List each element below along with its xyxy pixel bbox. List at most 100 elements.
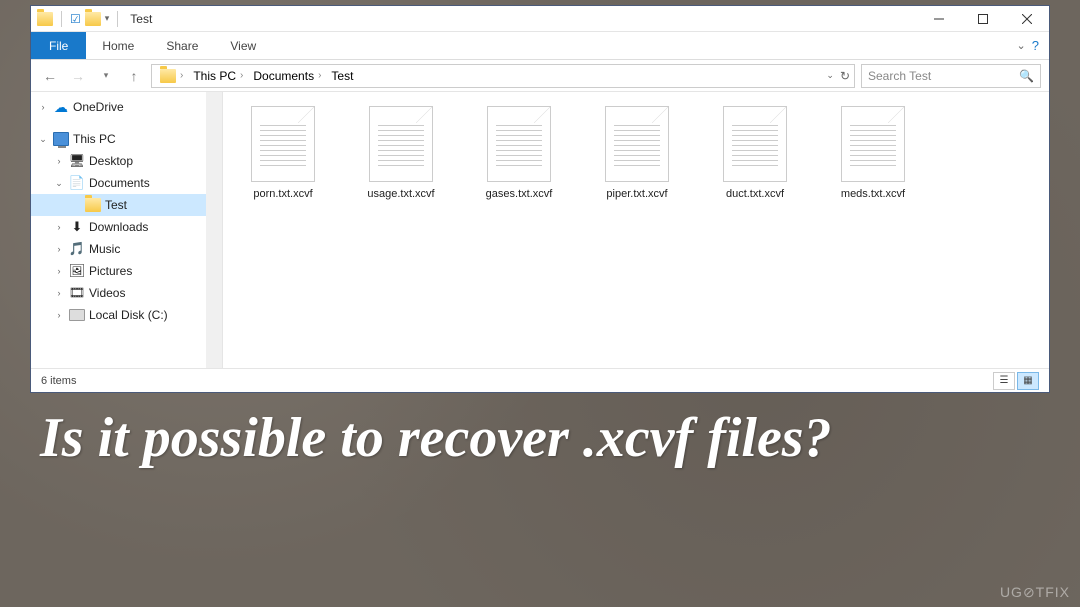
forward-button[interactable]: → [67, 65, 89, 87]
search-icon[interactable]: 🔍 [1019, 69, 1034, 83]
explorer-body: › ☁ OneDrive ⌄ This PC › 🖥 Desktop ⌄ 📄 D… [31, 92, 1049, 368]
file-icon [841, 106, 905, 182]
expand-icon[interactable]: › [53, 244, 65, 254]
sidebar-item-thispc[interactable]: ⌄ This PC [31, 128, 222, 150]
file-item[interactable]: gases.txt.xcvf [469, 106, 569, 200]
file-grid[interactable]: porn.txt.xcvf usage.txt.xcvf gases.txt.x… [223, 92, 1049, 368]
expand-icon[interactable]: › [53, 156, 65, 166]
file-label: usage.txt.xcvf [367, 188, 434, 200]
qat-separator [117, 11, 118, 27]
file-label: piper.txt.xcvf [606, 188, 667, 200]
collapse-icon[interactable]: ⌄ [53, 178, 65, 189]
statusbar: 6 items ☰ ▦ [31, 368, 1049, 392]
window-controls [917, 6, 1049, 32]
expand-icon[interactable]: › [53, 222, 65, 232]
sidebar-item-test[interactable]: Test [31, 194, 222, 216]
file-icon [605, 106, 669, 182]
sidebar-item-label: This PC [73, 132, 116, 146]
folder-icon[interactable] [37, 12, 53, 26]
pictures-icon: 🖼 [69, 263, 85, 279]
sidebar-item-label: Downloads [89, 220, 148, 234]
sidebar-item-downloads[interactable]: › ⬇ Downloads [31, 216, 222, 238]
sidebar-item-label: Documents [89, 176, 150, 190]
breadcrumb-test[interactable]: Test [327, 67, 357, 85]
checkbox-icon[interactable]: ☑ [70, 12, 81, 26]
qat-separator [61, 11, 62, 27]
close-button[interactable] [1005, 6, 1049, 32]
folder-icon [85, 198, 101, 212]
expand-icon[interactable]: › [53, 310, 65, 320]
ribbon: File Home Share View ⌄ ? [31, 32, 1049, 60]
breadcrumb-documents[interactable]: Documents› [249, 67, 325, 85]
expand-icon[interactable]: › [37, 102, 49, 112]
desktop-icon: 🖥 [69, 153, 85, 169]
onedrive-icon: ☁ [53, 99, 69, 115]
drive-icon [69, 309, 85, 321]
watermark: UG⊘TFIX [1000, 584, 1070, 601]
file-label: gases.txt.xcvf [486, 188, 553, 200]
videos-icon: 🎞 [69, 285, 85, 301]
sidebar-item-label: Local Disk (C:) [89, 308, 168, 322]
sidebar-item-pictures[interactable]: › 🖼 Pictures [31, 260, 222, 282]
icons-view-button[interactable]: ▦ [1017, 372, 1039, 390]
sidebar-scrollbar[interactable] [206, 92, 222, 368]
sidebar-item-videos[interactable]: › 🎞 Videos [31, 282, 222, 304]
expand-icon[interactable]: › [53, 288, 65, 298]
sidebar: › ☁ OneDrive ⌄ This PC › 🖥 Desktop ⌄ 📄 D… [31, 92, 223, 368]
minimize-button[interactable] [917, 6, 961, 32]
file-item[interactable]: duct.txt.xcvf [705, 106, 805, 200]
qat-dropdown-icon[interactable]: ▾ [105, 13, 110, 24]
titlebar-qat: ☑ ▾ [31, 11, 122, 27]
sidebar-item-label: Pictures [89, 264, 132, 278]
documents-icon: 📄 [69, 175, 85, 191]
navbar: ← → ▾ ↑ › This PC› Documents› Test ⌄ ↻ S… [31, 60, 1049, 92]
search-input[interactable]: Search Test 🔍 [861, 64, 1041, 88]
sidebar-item-onedrive[interactable]: › ☁ OneDrive [31, 96, 222, 118]
sidebar-item-music[interactable]: › 🎵 Music [31, 238, 222, 260]
music-icon: 🎵 [69, 241, 85, 257]
status-count: 6 items [41, 375, 76, 387]
breadcrumb-label: Documents [253, 69, 314, 83]
file-item[interactable]: piper.txt.xcvf [587, 106, 687, 200]
help-icon[interactable]: ? [1032, 38, 1039, 53]
chevron-down-icon[interactable]: ⌄ [826, 70, 834, 81]
details-view-button[interactable]: ☰ [993, 372, 1015, 390]
sidebar-item-localdisk[interactable]: › Local Disk (C:) [31, 304, 222, 326]
file-item[interactable]: usage.txt.xcvf [351, 106, 451, 200]
file-item[interactable]: porn.txt.xcvf [233, 106, 333, 200]
maximize-button[interactable] [961, 6, 1005, 32]
folder-icon[interactable] [85, 12, 101, 26]
breadcrumb-label: Test [331, 69, 353, 83]
ribbon-expand[interactable]: ⌄ ? [1007, 32, 1049, 59]
sidebar-item-label: Music [89, 242, 120, 256]
ribbon-tab-home[interactable]: Home [86, 32, 150, 59]
caption-text: Is it possible to recover .xcvf files? [40, 405, 832, 472]
ribbon-file-tab[interactable]: File [31, 32, 86, 59]
ribbon-tab-view[interactable]: View [214, 32, 272, 59]
collapse-icon[interactable]: ⌄ [37, 134, 49, 145]
ribbon-tab-share[interactable]: Share [150, 32, 214, 59]
search-placeholder: Search Test [868, 69, 931, 83]
sidebar-item-label: Desktop [89, 154, 133, 168]
downloads-icon: ⬇ [69, 219, 85, 235]
sidebar-item-documents[interactable]: ⌄ 📄 Documents [31, 172, 222, 194]
sidebar-item-desktop[interactable]: › 🖥 Desktop [31, 150, 222, 172]
file-label: porn.txt.xcvf [253, 188, 312, 200]
file-icon [723, 106, 787, 182]
explorer-window: ☑ ▾ Test File Home Share View ⌄ ? ← → ▾ … [30, 5, 1050, 393]
titlebar: ☑ ▾ Test [31, 6, 1049, 32]
address-bar[interactable]: › This PC› Documents› Test ⌄ ↻ [151, 64, 855, 88]
up-button[interactable]: ↑ [123, 65, 145, 87]
expand-icon[interactable]: › [53, 266, 65, 276]
chevron-down-icon: ⌄ [1017, 39, 1026, 52]
breadcrumb-root[interactable]: › [156, 67, 187, 85]
refresh-icon[interactable]: ↻ [840, 69, 850, 83]
breadcrumb-thispc[interactable]: This PC› [189, 67, 247, 85]
view-toggle: ☰ ▦ [993, 372, 1039, 390]
file-icon [251, 106, 315, 182]
recent-dropdown[interactable]: ▾ [95, 65, 117, 87]
file-label: meds.txt.xcvf [841, 188, 905, 200]
back-button[interactable]: ← [39, 65, 61, 87]
file-item[interactable]: meds.txt.xcvf [823, 106, 923, 200]
folder-icon [160, 69, 176, 83]
